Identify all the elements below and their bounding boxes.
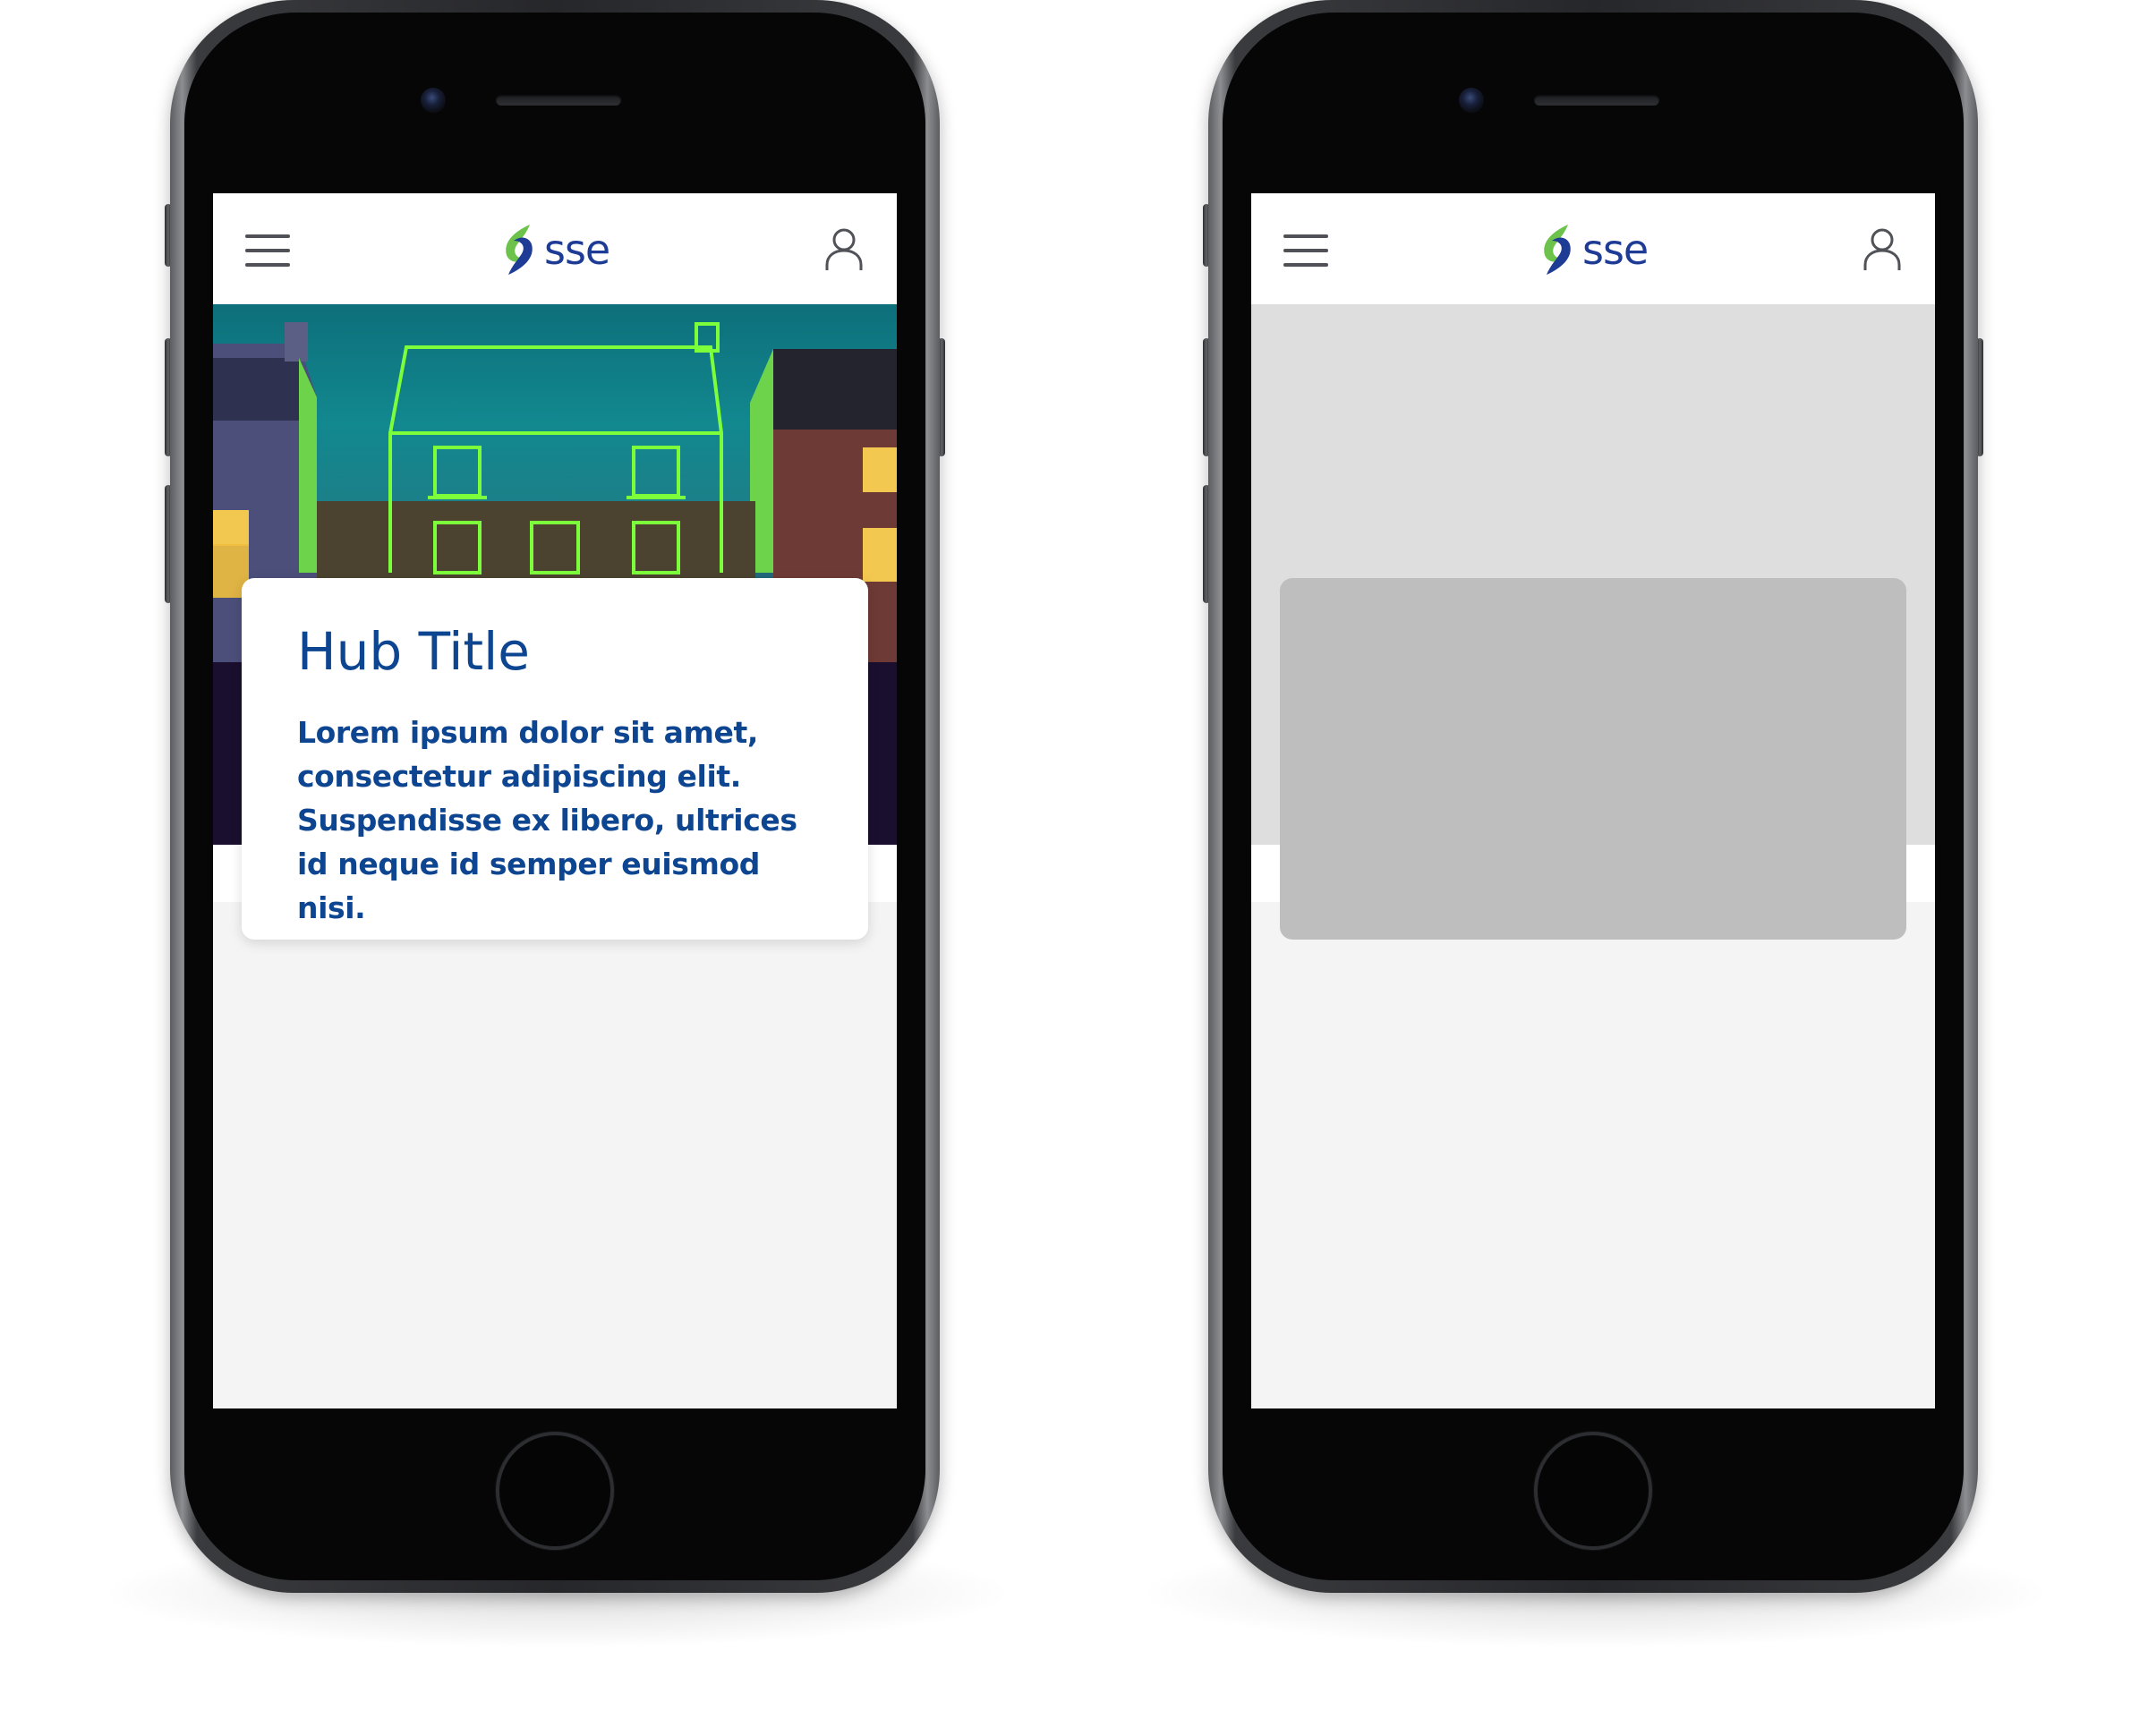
sse-swoosh-icon xyxy=(1544,225,1571,275)
sse-logo[interactable]: sse xyxy=(1536,222,1649,277)
hamburger-menu-icon[interactable] xyxy=(1283,234,1328,267)
phone-screen: sse xyxy=(1251,193,1935,1408)
user-account-icon[interactable] xyxy=(1862,227,1903,272)
sse-logo[interactable]: sse xyxy=(498,222,610,277)
logo-wordmark: sse xyxy=(544,226,610,274)
earpiece-speaker xyxy=(496,95,621,106)
hub-card-placeholder xyxy=(1280,578,1906,940)
hub-card[interactable]: Hub Title Lorem ipsum dolor sit amet, co… xyxy=(242,578,868,940)
sse-swoosh-icon xyxy=(506,225,533,275)
app-header: sse xyxy=(1251,193,1935,304)
phone-screen: sse xyxy=(213,193,897,1408)
hamburger-menu-icon[interactable] xyxy=(245,234,290,267)
home-button[interactable] xyxy=(496,1432,614,1550)
front-camera xyxy=(421,88,446,113)
user-account-icon[interactable] xyxy=(823,227,865,272)
home-button[interactable] xyxy=(1534,1432,1652,1550)
hub-title: Hub Title xyxy=(297,621,530,682)
content-area xyxy=(213,902,897,1408)
phone-left: sse Hub Title Lorem ipsum dolor sit amet… xyxy=(165,0,945,1593)
hub-description: Lorem ipsum dolor sit amet, consectetur … xyxy=(297,714,797,925)
mockup-stage: sse Hub Title Lorem ipsum dolor sit amet… xyxy=(0,0,2148,1736)
content-area xyxy=(1251,902,1935,1408)
front-camera xyxy=(1459,88,1484,113)
logo-wordmark: sse xyxy=(1582,226,1649,274)
phone-right: sse xyxy=(1203,0,1983,1593)
app-header: sse xyxy=(213,193,897,304)
earpiece-speaker xyxy=(1534,95,1659,106)
